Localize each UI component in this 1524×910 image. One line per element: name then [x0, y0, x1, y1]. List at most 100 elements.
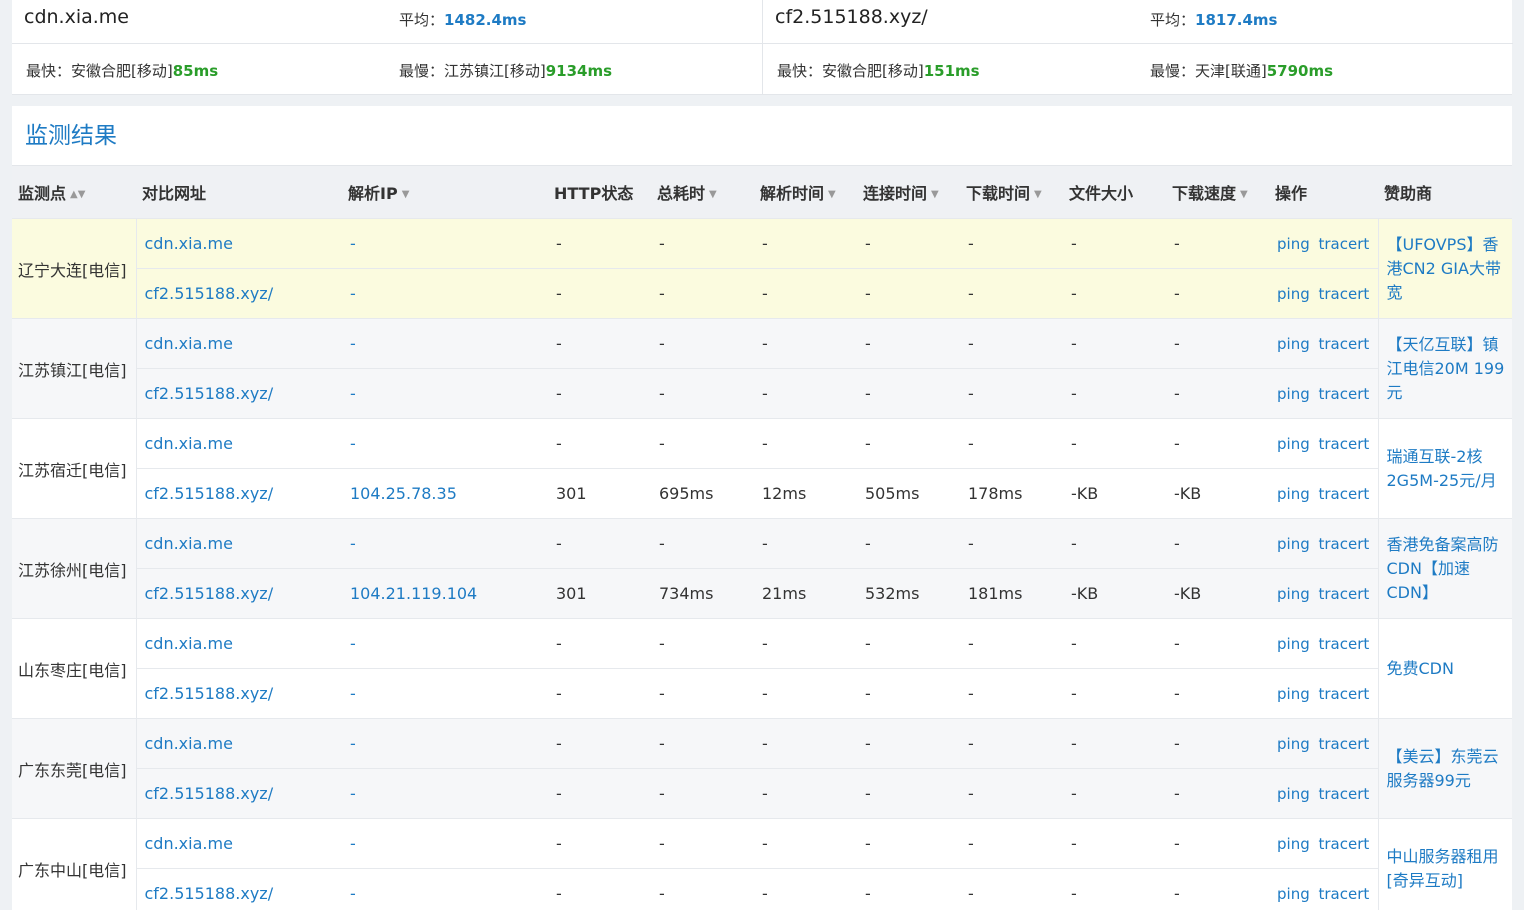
ping-link[interactable]: ping: [1277, 735, 1310, 753]
fast-value: 151ms: [923, 62, 980, 80]
tracert-link[interactable]: tracert: [1319, 485, 1370, 503]
actions-cell: ping tracert: [1269, 268, 1378, 319]
compare-url-link[interactable]: cdn.xia.me: [136, 418, 342, 469]
download-speed-cell: -: [1166, 518, 1269, 569]
tracert-link[interactable]: tracert: [1319, 735, 1370, 753]
ping-link[interactable]: ping: [1277, 385, 1310, 403]
tracert-link[interactable]: tracert: [1319, 685, 1370, 703]
compare-url-link[interactable]: cf2.515188.xyz/: [136, 568, 342, 619]
sort-down-icon[interactable]: ▼: [931, 189, 939, 200]
dns-time-cell: -: [754, 368, 857, 419]
tracert-link[interactable]: tracert: [1319, 285, 1370, 303]
sponsor-link[interactable]: 【美云】东莞云服务器99元: [1377, 718, 1512, 819]
header-monitor-point[interactable]: 监测点 ▲▼: [12, 166, 136, 219]
ping-link[interactable]: ping: [1277, 885, 1310, 903]
header-actions: 操作: [1269, 166, 1378, 219]
tracert-link[interactable]: tracert: [1319, 785, 1370, 803]
resolved-ip-cell: -: [342, 768, 548, 819]
header-connect-time[interactable]: 连接时间 ▼: [857, 166, 960, 219]
header-download-speed[interactable]: 下载速度 ▼: [1166, 166, 1269, 219]
ping-link[interactable]: ping: [1277, 285, 1310, 303]
total-time-cell: -: [651, 368, 754, 419]
tracert-link[interactable]: tracert: [1319, 385, 1370, 403]
sort-down-icon[interactable]: ▼: [1034, 189, 1042, 200]
sort-down-icon[interactable]: ▼: [828, 189, 836, 200]
ping-link[interactable]: ping: [1277, 785, 1310, 803]
header-total-time[interactable]: 总耗时 ▼: [651, 166, 754, 219]
total-time-cell: -: [651, 618, 754, 669]
compare-url-link[interactable]: cdn.xia.me: [136, 718, 342, 769]
http-status-cell: -: [548, 818, 651, 869]
sort-down-icon[interactable]: ▼: [402, 189, 410, 200]
tracert-link[interactable]: tracert: [1319, 235, 1370, 253]
download-speed-cell: -: [1166, 718, 1269, 769]
compare-url-link[interactable]: cf2.515188.xyz/: [136, 668, 342, 719]
compare-url-link[interactable]: cf2.515188.xyz/: [136, 768, 342, 819]
tracert-link[interactable]: tracert: [1319, 535, 1370, 553]
ping-link[interactable]: ping: [1277, 635, 1310, 653]
file-size-cell: -: [1063, 618, 1166, 669]
header-file-size: 文件大小: [1063, 166, 1166, 219]
file-size-cell: -: [1063, 318, 1166, 369]
compare-url-link[interactable]: cdn.xia.me: [136, 318, 342, 369]
download-time-cell: -: [960, 218, 1063, 269]
total-time-cell: -: [651, 818, 754, 869]
ping-link[interactable]: ping: [1277, 485, 1310, 503]
download-time-cell: -: [960, 518, 1063, 569]
compare-url-link[interactable]: cf2.515188.xyz/: [136, 268, 342, 319]
total-time-cell: -: [651, 318, 754, 369]
actions-cell: ping tracert: [1269, 368, 1378, 419]
sponsor-link[interactable]: 瑞通互联-2核2G5M-25元/月: [1377, 418, 1512, 519]
resolved-ip-cell: -: [342, 518, 548, 569]
tracert-link[interactable]: tracert: [1319, 435, 1370, 453]
tracert-link[interactable]: tracert: [1319, 885, 1370, 903]
connect-time-cell: -: [857, 368, 960, 419]
download-speed-cell: -KB: [1166, 468, 1269, 519]
download-time-cell: -: [960, 868, 1063, 910]
ping-link[interactable]: ping: [1277, 235, 1310, 253]
ping-link[interactable]: ping: [1277, 585, 1310, 603]
slow-label: 最慢：: [1150, 62, 1196, 80]
header-download-time[interactable]: 下载时间 ▼: [960, 166, 1063, 219]
http-status-cell: 301: [548, 468, 651, 519]
http-status-cell: 301: [548, 568, 651, 619]
sort-down-icon[interactable]: ▼: [709, 189, 717, 200]
ping-link[interactable]: ping: [1277, 685, 1310, 703]
table-row: 广东中山[电信] cdn.xia.me - - - - - - - - ping tracert 中山…: [12, 818, 1512, 910]
compare-url-link[interactable]: cdn.xia.me: [136, 218, 342, 269]
sponsor-link[interactable]: 【UFOVPS】香港CN2 GIA大带宽: [1377, 218, 1512, 319]
tracert-link[interactable]: tracert: [1319, 585, 1370, 603]
header-resolved-ip[interactable]: 解析IP ▼: [342, 166, 548, 219]
ping-link[interactable]: ping: [1277, 435, 1310, 453]
tracert-link[interactable]: tracert: [1319, 635, 1370, 653]
compare-url-link[interactable]: cf2.515188.xyz/: [136, 468, 342, 519]
download-time-cell: -: [960, 718, 1063, 769]
connect-time-cell: -: [857, 618, 960, 669]
compare-url-link[interactable]: cf2.515188.xyz/: [136, 368, 342, 419]
ping-link[interactable]: ping: [1277, 535, 1310, 553]
download-speed-cell: -: [1166, 868, 1269, 910]
ping-link[interactable]: ping: [1277, 835, 1310, 853]
summary-left-slowest: 最慢：江苏镇江[移动]9134ms: [399, 60, 612, 81]
download-time-cell: -: [960, 618, 1063, 669]
sponsor-link[interactable]: 中山服务器租用[奇异互动]: [1377, 818, 1512, 910]
compare-url-link[interactable]: cf2.515188.xyz/: [136, 868, 342, 910]
compare-url-link[interactable]: cdn.xia.me: [136, 818, 342, 869]
dns-time-cell: -: [754, 318, 857, 369]
sort-both-icon[interactable]: ▲▼: [70, 189, 85, 200]
sponsor-link[interactable]: 免费CDN: [1377, 618, 1512, 719]
sponsor-link[interactable]: 香港免备案高防CDN【加速CDN】: [1377, 518, 1512, 619]
header-dns-time[interactable]: 解析时间 ▼: [754, 166, 857, 219]
http-status-cell: -: [548, 368, 651, 419]
sponsor-link[interactable]: 【天亿互联】镇江电信20M 199元: [1377, 318, 1512, 419]
actions-cell: ping tracert: [1269, 518, 1378, 569]
tracert-link[interactable]: tracert: [1319, 835, 1370, 853]
summary-right-row2: 最快：安徽合肥[移动]151ms 最慢：天津[联通]5790ms: [763, 44, 1513, 94]
ping-link[interactable]: ping: [1277, 335, 1310, 353]
compare-url-link[interactable]: cdn.xia.me: [136, 618, 342, 669]
compare-url-link[interactable]: cdn.xia.me: [136, 518, 342, 569]
connect-time-cell: -: [857, 518, 960, 569]
sort-down-icon[interactable]: ▼: [1240, 189, 1248, 200]
header-label: 连接时间: [863, 184, 928, 203]
tracert-link[interactable]: tracert: [1319, 335, 1370, 353]
